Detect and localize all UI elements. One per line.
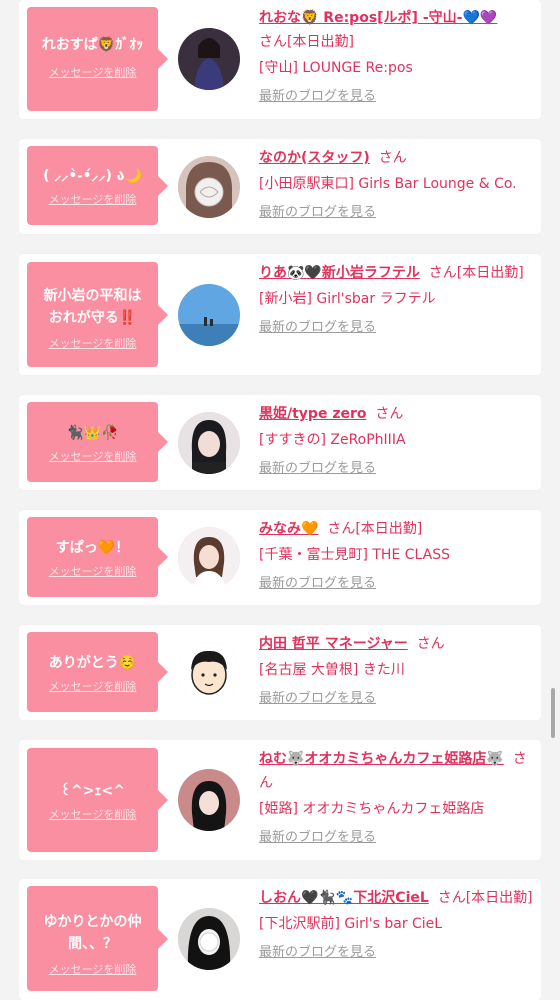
list-item: れおすぱ🦁ｶﾞｵｯ メッセージを削除 れおな🦁 Re:pos[ルポ] -守山-💙… — [19, 0, 541, 119]
blog-link[interactable]: 最新のブログを見る — [259, 201, 535, 225]
message-bubble: ゆかりとかの仲間、、？ メッセージを削除 — [27, 886, 168, 991]
message-text: 新小岩の平和はおれが守る‼️ — [43, 288, 142, 326]
message-bubble: 新小岩の平和はおれが守る‼️ メッセージを削除 — [27, 262, 168, 367]
delete-message-link[interactable]: メッセージを削除 — [49, 335, 137, 351]
list-item: 新小岩の平和はおれが守る‼️ メッセージを削除 りあ🐼🖤新小岩ラフテル さん[本… — [19, 254, 541, 375]
item-info: 内田 哲平 マネージャー さん [名古屋 大曽根] きた川 最新のブログを見る — [259, 632, 535, 711]
item-info: なのか(スタッフ) さん [小田原駅東口] Girls Bar Lounge &… — [259, 146, 535, 225]
shop-name: [小田原駅東口] Girls Bar Lounge & Co. — [259, 176, 517, 192]
item-info: ねむ🐺オオカミちゃんカフェ姫路店🐺 さん [姫路] オオカミちゃんカフェ姫路店 … — [259, 747, 535, 850]
cast-suffix: さん — [378, 150, 407, 166]
blog-link[interactable]: 最新のブログを見る — [259, 572, 535, 596]
cast-suffix: さん[本日出勤] — [437, 890, 533, 906]
message-text: 🐈‍⬛👑🥀 — [66, 425, 119, 441]
shop-name: [千葉・富士見町] THE CLASS — [259, 547, 450, 563]
message-text: れおすぱ🦁ｶﾞｵｯ — [41, 37, 144, 53]
list-item: ( ⸝⸝•̀֊•́⸝⸝) ა🌙 メッセージを削除 なのか(スタッフ) さん [小… — [19, 139, 541, 234]
message-bubble: 🐈‍⬛👑🥀 メッセージを削除 — [27, 402, 168, 482]
cast-name-link[interactable]: みなみ🧡 — [259, 521, 318, 537]
item-info: 黒姫/type zero さん [すすきの] ZeRoPhIIIA 最新のブログ… — [259, 402, 535, 481]
message-bubble: すぱっ🧡！ メッセージを削除 — [27, 517, 168, 597]
shop-name: [姫路] オオカミちゃんカフェ姫路店 — [259, 801, 485, 817]
list-item: ꒰^>ｪ<^ メッセージを削除 ねむ🐺オオカミちゃんカフェ姫路店🐺 さん [姫路… — [19, 740, 541, 860]
message-bubble: れおすぱ🦁ｶﾞｵｯ メッセージを削除 — [27, 7, 168, 111]
cast-name-link[interactable]: ねむ🐺オオカミちゃんカフェ姫路店🐺 — [259, 751, 504, 767]
delete-message-link[interactable]: メッセージを削除 — [49, 678, 137, 694]
item-info: しおん🖤🐈‍⬛🐾下北沢CieL さん[本日出勤] [下北沢駅前] Girl's … — [259, 886, 535, 965]
list-item: 🐈‍⬛👑🥀 メッセージを削除 黒姫/type zero さん [すすきの] Ze… — [19, 395, 541, 490]
blog-link[interactable]: 最新のブログを見る — [259, 687, 535, 711]
message-text: ありがとう☺️ — [48, 655, 137, 671]
cast-suffix: さん[本日出勤] — [428, 265, 524, 281]
message-list: れおすぱ🦁ｶﾞｵｯ メッセージを削除 れおな🦁 Re:pos[ルポ] -守山-💙… — [0, 0, 560, 1000]
cast-suffix: さん — [416, 636, 445, 652]
blog-link[interactable]: 最新のブログを見る — [259, 316, 535, 340]
shop-name: [下北沢駅前] Girl's bar CieL — [259, 916, 443, 932]
blog-link[interactable]: 最新のブログを見る — [259, 826, 535, 850]
avatar[interactable] — [178, 908, 240, 970]
message-text: すぱっ🧡！ — [55, 540, 130, 556]
shop-name: [名古屋 大曽根] きた川 — [259, 662, 405, 678]
delete-message-link[interactable]: メッセージを削除 — [49, 448, 137, 464]
blog-link[interactable]: 最新のブログを見る — [259, 941, 535, 965]
cast-name-link[interactable]: れおな🦁 Re:pos[ルポ] -守山-💙💜 — [259, 10, 497, 26]
scrollbar[interactable] — [551, 688, 555, 738]
item-info: りあ🐼🖤新小岩ラフテル さん[本日出勤] [新小岩] Girl'sbar ラフテ… — [259, 261, 535, 340]
message-text: ( ⸝⸝•̀֊•́⸝⸝) ა🌙 — [43, 168, 142, 184]
cast-name-link[interactable]: しおん🖤🐈‍⬛🐾下北沢CieL — [259, 890, 429, 906]
avatar[interactable] — [178, 156, 240, 218]
avatar[interactable] — [178, 527, 240, 589]
list-item: すぱっ🧡！ メッセージを削除 みなみ🧡 さん[本日出勤] [千葉・富士見町] T… — [19, 510, 541, 605]
cast-suffix: さん — [375, 406, 404, 422]
shop-name: [すすきの] ZeRoPhIIIA — [259, 432, 406, 448]
cast-name-link[interactable]: りあ🐼🖤新小岩ラフテル — [259, 265, 420, 281]
delete-message-link[interactable]: メッセージを削除 — [49, 961, 137, 977]
cast-suffix: さん[本日出勤] — [259, 34, 354, 50]
delete-message-link[interactable]: メッセージを削除 — [49, 64, 137, 80]
avatar[interactable] — [178, 284, 240, 346]
list-item: ゆかりとかの仲間、、？ メッセージを削除 しおん🖤🐈‍⬛🐾下北沢CieL さん[… — [19, 879, 541, 1000]
blog-link[interactable]: 最新のブログを見る — [259, 457, 535, 481]
cast-suffix: さん[本日出勤] — [327, 521, 423, 537]
item-info: れおな🦁 Re:pos[ルポ] -守山-💙💜 さん[本日出勤] [守山] LOU… — [259, 6, 535, 109]
blog-link[interactable]: 最新のブログを見る — [259, 85, 535, 109]
shop-name: [守山] LOUNGE Re:pos — [259, 60, 413, 76]
message-bubble: ( ⸝⸝•̀֊•́⸝⸝) ა🌙 メッセージを削除 — [27, 146, 168, 225]
delete-message-link[interactable]: メッセージを削除 — [49, 806, 137, 822]
message-bubble: ありがとう☺️ メッセージを削除 — [27, 632, 168, 712]
list-item: ありがとう☺️ メッセージを削除 内田 哲平 マネージャー さん [名古屋 大曽… — [19, 625, 541, 720]
shop-name: [新小岩] Girl'sbar ラフテル — [259, 291, 436, 307]
delete-message-link[interactable]: メッセージを削除 — [49, 191, 137, 207]
cast-name-link[interactable]: 黒姫/type zero — [259, 406, 367, 422]
avatar[interactable] — [178, 769, 240, 831]
item-info: みなみ🧡 さん[本日出勤] [千葉・富士見町] THE CLASS 最新のブログ… — [259, 517, 535, 596]
message-text: ゆかりとかの仲間、、？ — [43, 914, 142, 952]
message-bubble: ꒰^>ｪ<^ メッセージを削除 — [27, 748, 168, 852]
message-text: ꒰^>ｪ<^ — [60, 783, 125, 799]
cast-name-link[interactable]: 内田 哲平 マネージャー — [259, 636, 408, 652]
cast-name-link[interactable]: なのか(スタッフ) — [259, 150, 370, 166]
avatar[interactable] — [178, 28, 240, 90]
avatar[interactable] — [178, 642, 240, 704]
avatar[interactable] — [178, 412, 240, 474]
delete-message-link[interactable]: メッセージを削除 — [49, 563, 137, 579]
